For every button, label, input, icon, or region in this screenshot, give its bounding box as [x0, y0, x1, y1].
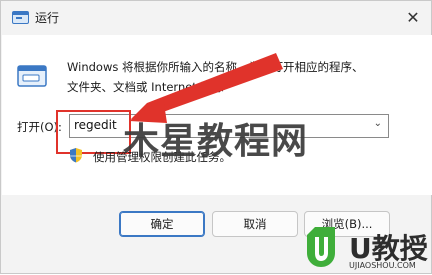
uac-shield-icon [70, 148, 82, 163]
run-dialog-icon [12, 11, 29, 24]
watermark-text: 木星教程网 [123, 121, 309, 162]
ok-button[interactable]: 确定 [119, 211, 205, 237]
highlight-box [56, 110, 131, 154]
close-icon: ✕ [406, 7, 420, 27]
run-dialog: 运行 ✕ Windows 将根据你所输入的名称，为你打开相应的程序、 文件夹、文… [0, 0, 432, 274]
title-bar: 运行 ✕ [1, 1, 431, 35]
chevron-down-icon[interactable]: ⌄ [374, 118, 382, 129]
close-button[interactable]: ✕ [396, 1, 430, 33]
run-program-icon [17, 65, 47, 87]
window-title: 运行 [35, 11, 60, 25]
description-line-1: Windows 将根据你所输入的名称，为你打开相应的程序、 [67, 60, 364, 74]
cancel-button[interactable]: 取消 [212, 211, 298, 237]
run-description: Windows 将根据你所输入的名称，为你打开相应的程序、 文件夹、文档或 In… [67, 57, 397, 97]
logo-url: UJIAOSHOU.COM [349, 261, 416, 270]
description-line-2: 文件夹、文档或 Internet 资源 [67, 80, 224, 94]
